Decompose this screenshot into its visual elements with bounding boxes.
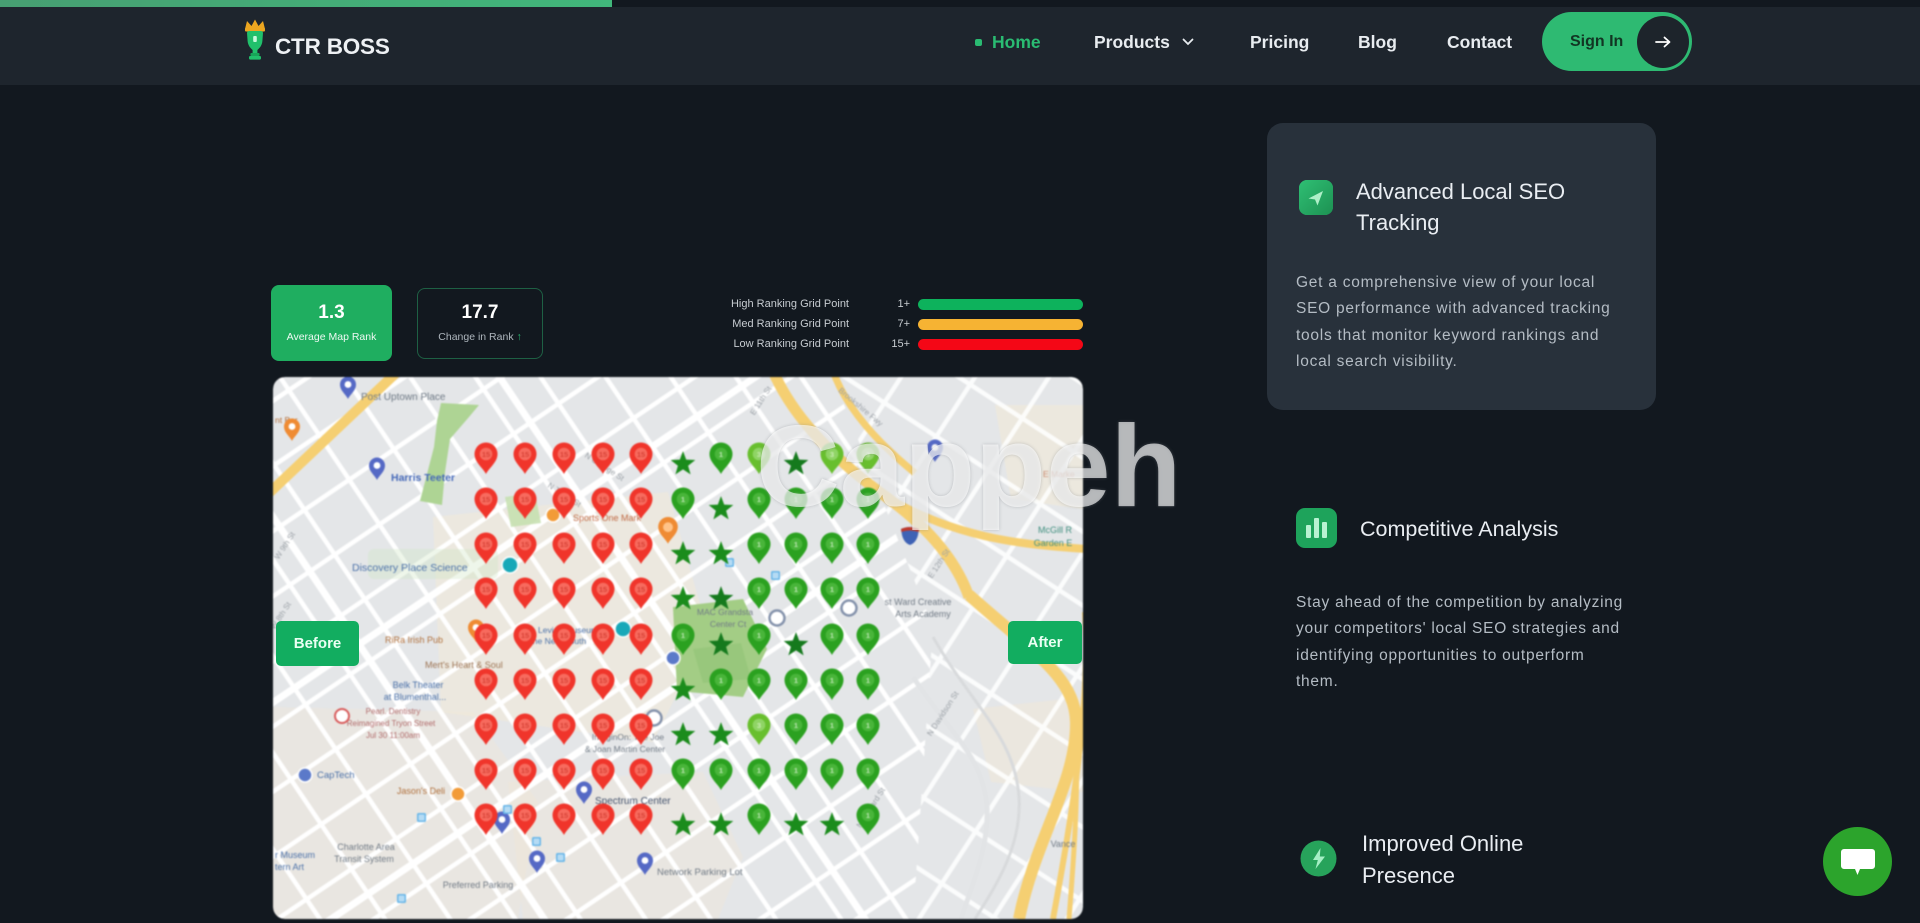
svg-text:st Ward Creative: st Ward Creative bbox=[885, 597, 952, 607]
svg-text:RiRa Irish Pub: RiRa Irish Pub bbox=[385, 635, 443, 645]
svg-text:Mert's Heart & Soul: Mert's Heart & Soul bbox=[425, 660, 503, 670]
svg-text:Transit System: Transit System bbox=[334, 854, 394, 864]
svg-text:Belk Theater: Belk Theater bbox=[393, 680, 444, 690]
svg-text:Network Parking Lot: Network Parking Lot bbox=[657, 867, 743, 878]
svg-text:Charlotte Area: Charlotte Area bbox=[337, 842, 395, 852]
svg-text:Arts Academy: Arts Academy bbox=[895, 609, 951, 619]
svg-text:CapTech: CapTech bbox=[317, 770, 355, 781]
svg-text:Sports One Mark: Sports One Mark bbox=[573, 513, 642, 523]
svg-text:Harris Teeter: Harris Teeter bbox=[391, 472, 455, 484]
svg-text:MAC Grandsta: MAC Grandsta bbox=[697, 607, 753, 617]
svg-text:Reimagined Tryon Street: Reimagined Tryon Street bbox=[347, 719, 436, 728]
svg-text:Pearl. Dentistry: Pearl. Dentistry bbox=[366, 707, 421, 716]
svg-text:Center Ct: Center Ct bbox=[710, 619, 747, 629]
svg-text:Preferred Parking: Preferred Parking bbox=[443, 880, 514, 890]
svg-text:& Joan Martin Center: & Joan Martin Center bbox=[585, 744, 665, 754]
svg-text:Jason's Deli: Jason's Deli bbox=[397, 786, 445, 796]
svg-text:Garden E: Garden E bbox=[1034, 538, 1073, 548]
svg-text:Post Uptown Place: Post Uptown Place bbox=[361, 392, 446, 403]
svg-text:Jul 30 11:00am: Jul 30 11:00am bbox=[366, 731, 420, 740]
svg-text:r Museum: r Museum bbox=[275, 850, 315, 860]
svg-text:Discovery Place Science: Discovery Place Science bbox=[352, 562, 468, 574]
svg-text:tern Art: tern Art bbox=[275, 862, 305, 872]
svg-text:Vance: Vance bbox=[1051, 839, 1076, 849]
svg-text:at Blumenthal...: at Blumenthal... bbox=[384, 692, 447, 702]
